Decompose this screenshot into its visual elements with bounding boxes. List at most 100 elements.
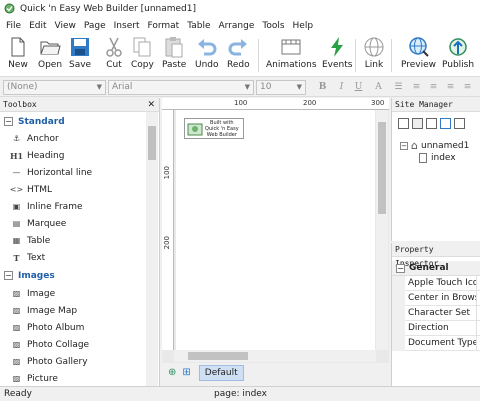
collapse-icon[interactable]: −	[400, 141, 408, 150]
align-center-icon[interactable]: ≡	[427, 81, 440, 94]
menu-edit[interactable]: Edit	[26, 21, 49, 31]
property-row[interactable]: Character Set	[392, 305, 480, 321]
new-page-icon[interactable]	[398, 117, 409, 129]
menu-help[interactable]: Help	[290, 21, 317, 31]
property-row[interactable]: Center in Browse	[392, 290, 480, 306]
menu-arrange[interactable]: Arrange	[215, 21, 257, 31]
site-manager-header: Site Manager	[392, 98, 480, 112]
close-icon[interactable]: ✕	[147, 98, 155, 112]
scrollbar-thumb[interactable]	[188, 352, 248, 360]
globe-link-icon	[364, 37, 384, 57]
page-icon[interactable]	[426, 117, 437, 129]
toolbox-scrollbar[interactable]	[146, 112, 158, 386]
anchor-icon: ⚓	[12, 134, 21, 143]
toolbox-item-image[interactable]: ▨ Image	[10, 286, 55, 301]
new-file-icon	[11, 37, 25, 57]
redo-icon	[228, 39, 248, 56]
tab-default[interactable]: Default	[198, 364, 244, 381]
publish-button[interactable]: Publish	[442, 36, 474, 76]
bullet-list-icon[interactable]: ☰	[392, 81, 405, 94]
justify-icon[interactable]: ≡	[461, 81, 474, 94]
toolbox-item-picture[interactable]: ▨ Picture	[10, 371, 58, 386]
align-left-icon[interactable]: ≡	[410, 81, 423, 94]
menu-format[interactable]: Format	[144, 21, 182, 31]
toolbox-item-table[interactable]: ▦ Table	[10, 233, 51, 248]
tree-item-index[interactable]: index	[419, 153, 456, 163]
toolbar-separator	[391, 39, 392, 72]
undo-button[interactable]: Undo	[195, 36, 219, 76]
bold-icon[interactable]: B	[316, 81, 329, 94]
toolbox-item-html[interactable]: <> HTML	[10, 182, 52, 197]
copy-icon	[133, 37, 151, 57]
page-icon	[419, 153, 427, 163]
events-button[interactable]: Events	[322, 36, 352, 76]
site-manager-toolbar	[392, 112, 480, 134]
redo-button[interactable]: Redo	[227, 36, 250, 76]
link-icon[interactable]	[440, 117, 451, 129]
toolbox-item-inline-frame[interactable]: ▣ Inline Frame	[10, 199, 83, 214]
preview-button[interactable]: Preview	[401, 36, 436, 76]
scrollbar-thumb[interactable]	[378, 122, 386, 214]
cut-button[interactable]: Cut	[103, 36, 125, 76]
toolbox-item-photo-gallery[interactable]: ▨ Photo Gallery	[10, 354, 88, 369]
underline-icon[interactable]: U	[352, 81, 365, 94]
toolbox-item-image-map[interactable]: ▨ Image Map	[10, 303, 77, 318]
property-inspector-header: Property Inspector	[392, 243, 480, 268]
property-row[interactable]: Direction	[392, 320, 480, 336]
animations-button[interactable]: Animations	[266, 36, 317, 76]
menu-table[interactable]: Table	[184, 21, 213, 31]
toolbox-item-horizontal-line[interactable]: — Horizontal line	[10, 165, 93, 180]
menu-view[interactable]: View	[52, 21, 79, 31]
open-button[interactable]: Open	[38, 36, 62, 76]
ruler-left: 100 200	[162, 110, 174, 350]
category-standard[interactable]: − Standard	[4, 114, 65, 129]
publish-globe-icon	[449, 38, 467, 56]
collapse-icon[interactable]: −	[4, 271, 13, 280]
toolbox-item-heading[interactable]: H1 Heading	[9, 148, 65, 163]
font-color-icon[interactable]: A	[372, 81, 385, 94]
toolbox-item-anchor[interactable]: ⚓ Anchor	[10, 131, 59, 146]
category-images[interactable]: − Images	[4, 268, 55, 283]
toolbox-item-marquee[interactable]: ▤ Marquee	[10, 216, 67, 231]
canvas-vertical-scrollbar[interactable]	[376, 110, 388, 350]
paste-button[interactable]: Paste	[162, 36, 186, 76]
save-button[interactable]: Save	[69, 36, 91, 76]
italic-icon[interactable]: I	[335, 81, 348, 94]
copy-button[interactable]: Copy	[131, 36, 154, 76]
menu-page[interactable]: Page	[81, 21, 109, 31]
status-text: Ready	[4, 389, 32, 399]
toolbox-item-photo-album[interactable]: ▨ Photo Album	[10, 320, 85, 335]
property-row[interactable]: Document Type	[392, 335, 480, 351]
scrollbar-thumb[interactable]	[148, 126, 156, 160]
toolbox-item-text[interactable]: T Text	[10, 250, 46, 265]
property-row[interactable]: Apple Touch Ico	[392, 275, 480, 291]
canvas-horizontal-scrollbar[interactable]	[174, 350, 376, 362]
font-select[interactable]: Arial ▼	[108, 80, 254, 95]
preview-globe-icon	[408, 37, 429, 57]
new-button[interactable]: New	[7, 36, 29, 76]
menu-insert[interactable]: Insert	[111, 21, 143, 31]
menu-tools[interactable]: Tools	[259, 21, 287, 31]
save-icon	[71, 38, 90, 56]
tree-root[interactable]: − ⌂ unnamed1	[400, 139, 469, 152]
add-page-icon[interactable]: ⊕	[168, 367, 176, 378]
style-select[interactable]: (None) ▼	[3, 80, 106, 95]
built-with-badge[interactable]: Built with Quick 'n Easy Web Builder	[184, 118, 244, 139]
format-toolbar: (None) ▼ Arial ▼ 10 ▼ B I U A ☰ ≡ ≡ ≡ ≡	[0, 77, 480, 97]
menu-file[interactable]: File	[3, 21, 24, 31]
chevron-down-icon: ▼	[96, 83, 102, 91]
collapse-icon[interactable]: −	[396, 263, 405, 273]
text-icon: T	[13, 252, 20, 263]
heading-icon: H1	[9, 150, 24, 161]
link-button[interactable]: Link	[363, 36, 385, 76]
collapse-icon[interactable]: −	[4, 117, 13, 126]
undo-icon	[197, 39, 217, 56]
copy-icon[interactable]	[454, 117, 465, 129]
folder-icon[interactable]	[412, 117, 423, 129]
toolbox-item-photo-collage[interactable]: ▨ Photo Collage	[10, 337, 89, 352]
font-size-select[interactable]: 10 ▼	[256, 80, 306, 95]
page-canvas[interactable]	[176, 110, 375, 350]
image-icon: ▨	[12, 289, 21, 298]
page-options-icon[interactable]: ⊞	[182, 367, 190, 378]
align-right-icon[interactable]: ≡	[444, 81, 457, 94]
